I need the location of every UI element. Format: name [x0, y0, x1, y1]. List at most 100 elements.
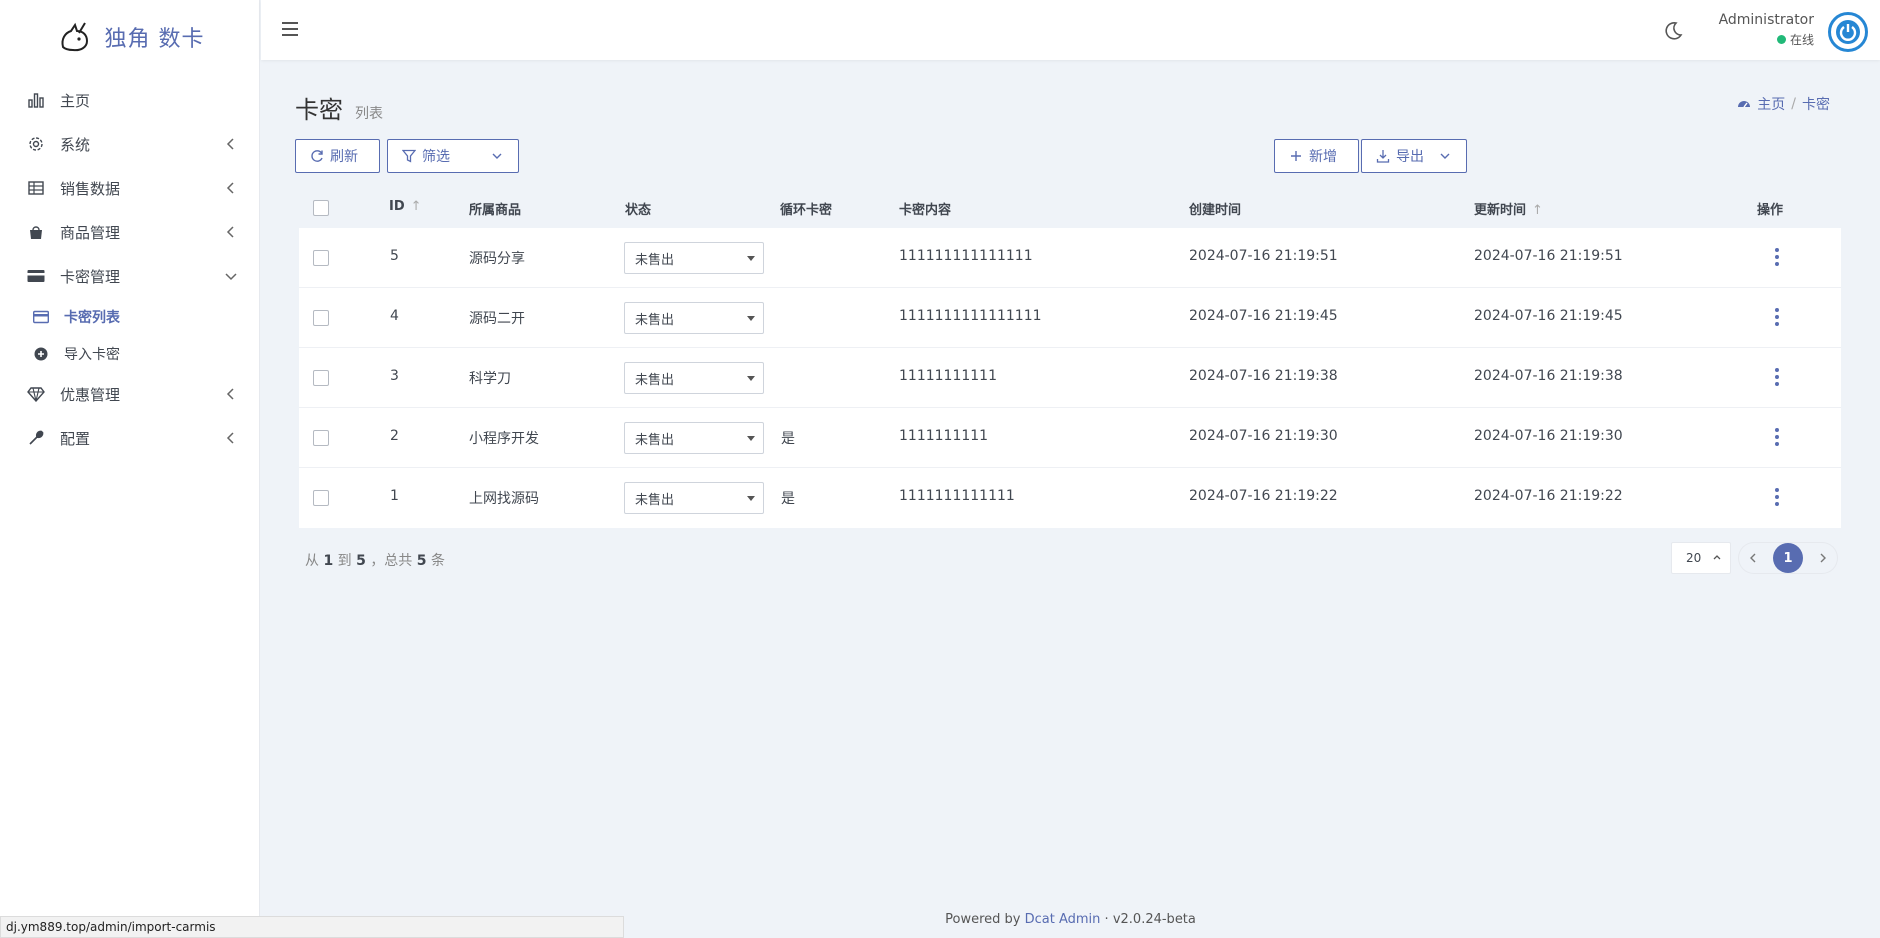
row-actions-icon[interactable]	[1774, 248, 1780, 266]
brand-name: 独角 数卡	[104, 27, 205, 52]
sidebar-item-discounts[interactable]: 优惠管理	[0, 372, 259, 416]
filter-label: 筛选	[422, 149, 450, 165]
breadcrumb-home[interactable]: 主页	[1757, 94, 1785, 114]
caret-down-icon	[747, 256, 755, 261]
add-button[interactable]: 新增	[1274, 139, 1359, 173]
status-select[interactable]: 未售出	[624, 482, 764, 514]
sidebar-item-label: 配置	[60, 429, 91, 448]
chevron-right-icon[interactable]	[1816, 551, 1830, 565]
plus-icon	[1291, 151, 1301, 161]
cell-content: 111111111111111	[899, 248, 1033, 264]
status-select-value: 未售出	[635, 312, 675, 328]
power-icon	[1836, 20, 1860, 44]
cell-product: 源码二开	[469, 311, 525, 327]
refresh-label: 刷新	[330, 149, 358, 165]
diamond-icon	[26, 384, 46, 404]
column-header-updated[interactable]: 更新时间 ↑	[1474, 199, 1543, 218]
page-header: 卡密 列表	[295, 90, 383, 125]
sidebar-item-products[interactable]: 商品管理	[0, 210, 259, 254]
user-info[interactable]: Administrator 在线	[1719, 12, 1814, 48]
filter-button[interactable]: 筛选	[387, 139, 519, 173]
caret-down-icon	[747, 316, 755, 321]
select-all-checkbox[interactable]	[313, 200, 329, 216]
row-checkbox[interactable]	[313, 250, 329, 266]
column-header-content: 卡密内容	[899, 203, 952, 218]
moon-icon[interactable]	[1662, 20, 1684, 42]
sidebar-item-label: 商品管理	[60, 223, 121, 242]
main-content: 卡密 列表 主页 / 卡密 刷新 筛选 新增 导出 ID ↑ 所属商品 状态 循环…	[261, 60, 1880, 938]
column-header-id[interactable]: ID ↑	[389, 199, 422, 214]
column-header-status: 状态	[625, 203, 652, 218]
table-row: 5 源码分享 未售出 111111111111111 2024-07-16 21…	[299, 228, 1841, 288]
cell-product: 上网找源码	[469, 491, 539, 507]
refresh-button[interactable]: 刷新	[295, 139, 380, 173]
cell-product: 科学刀	[469, 371, 511, 387]
sidebar-item-label: 优惠管理	[60, 385, 121, 404]
export-button[interactable]: 导出	[1361, 139, 1467, 173]
status-select-value: 未售出	[635, 252, 675, 268]
status-select-value: 未售出	[635, 372, 675, 388]
pagination: 1	[1738, 542, 1838, 574]
table-icon	[26, 178, 46, 198]
row-actions-icon[interactable]	[1774, 428, 1780, 446]
chevron-down-icon	[492, 153, 502, 159]
sidebar-item-import-cards[interactable]: 导入卡密	[0, 335, 259, 372]
row-checkbox[interactable]	[313, 310, 329, 326]
row-checkbox[interactable]	[313, 370, 329, 386]
sort-arrow-icon[interactable]: ↑	[1532, 203, 1543, 218]
status-select[interactable]: 未售出	[624, 242, 764, 274]
avatar[interactable]	[1828, 12, 1868, 52]
sort-arrow-icon[interactable]: ↑	[411, 199, 422, 214]
chevron-left-icon	[226, 182, 234, 194]
breadcrumb-separator: /	[1791, 96, 1796, 112]
unicorn-logo-icon	[61, 22, 88, 52]
footer-link[interactable]: Dcat Admin	[1025, 912, 1101, 927]
sidebar-item-label: 导入卡密	[64, 346, 120, 363]
sidebar-item-system[interactable]: 系统	[0, 122, 259, 166]
row-actions-icon[interactable]	[1774, 488, 1780, 506]
menu-toggle-icon[interactable]	[279, 18, 301, 40]
cell-content: 1111111111111	[899, 488, 1015, 504]
row-checkbox[interactable]	[313, 490, 329, 506]
row-actions-icon[interactable]	[1774, 368, 1780, 386]
column-header-loop: 循环卡密	[780, 203, 833, 218]
chevron-left-icon	[226, 432, 234, 444]
refresh-icon	[311, 150, 323, 162]
sidebar-item-card-list[interactable]: 卡密列表	[0, 298, 259, 335]
status-select[interactable]: 未售出	[624, 302, 764, 334]
row-checkbox[interactable]	[313, 430, 329, 446]
status-select[interactable]: 未售出	[624, 422, 764, 454]
top-navbar: Administrator 在线	[261, 0, 1880, 60]
sidebar-item-home[interactable]: 主页	[0, 78, 259, 122]
cell-updated: 2024-07-16 21:19:38	[1474, 368, 1623, 384]
row-actions-icon[interactable]	[1774, 308, 1780, 326]
column-header-actions: 操作	[1757, 203, 1784, 218]
sidebar-item-card-management[interactable]: 卡密管理	[0, 254, 259, 298]
page-button-current[interactable]: 1	[1773, 543, 1803, 573]
user-name: Administrator	[1718, 12, 1814, 28]
sidebar: 独角 数卡 主页 系统 销售数据 商品管理 卡密管理 卡密列表 导入卡密 优惠管…	[0, 0, 260, 938]
caret-down-icon	[747, 496, 755, 501]
add-label: 新增	[1309, 149, 1337, 165]
gear-icon	[26, 134, 46, 154]
chevron-down-icon	[225, 273, 237, 281]
user-status-text: 在线	[1789, 33, 1814, 47]
chevron-left-icon[interactable]	[1746, 551, 1760, 565]
cell-loop: 是	[781, 431, 795, 447]
cell-loop: 是	[781, 491, 795, 507]
status-select-value: 未售出	[635, 432, 675, 448]
download-icon	[1376, 150, 1390, 163]
column-header-created: 创建时间	[1189, 203, 1242, 218]
cell-created: 2024-07-16 21:19:30	[1189, 428, 1338, 444]
filter-icon	[402, 149, 416, 163]
status-select[interactable]: 未售出	[624, 362, 764, 394]
caret-down-icon	[747, 376, 755, 381]
sidebar-item-sales[interactable]: 销售数据	[0, 166, 259, 210]
per-page-select[interactable]: 20	[1671, 542, 1731, 574]
dashboard-icon	[1738, 101, 1751, 108]
brand[interactable]: 独角 数卡	[0, 0, 259, 74]
data-table: ID ↑ 所属商品 状态 循环卡密 卡密内容 创建时间 更新时间 ↑ 操作 5 源码…	[299, 187, 1841, 528]
sidebar-item-config[interactable]: 配置	[0, 416, 259, 460]
chevron-down-icon[interactable]	[1438, 149, 1452, 163]
cell-created: 2024-07-16 21:19:38	[1189, 368, 1338, 384]
